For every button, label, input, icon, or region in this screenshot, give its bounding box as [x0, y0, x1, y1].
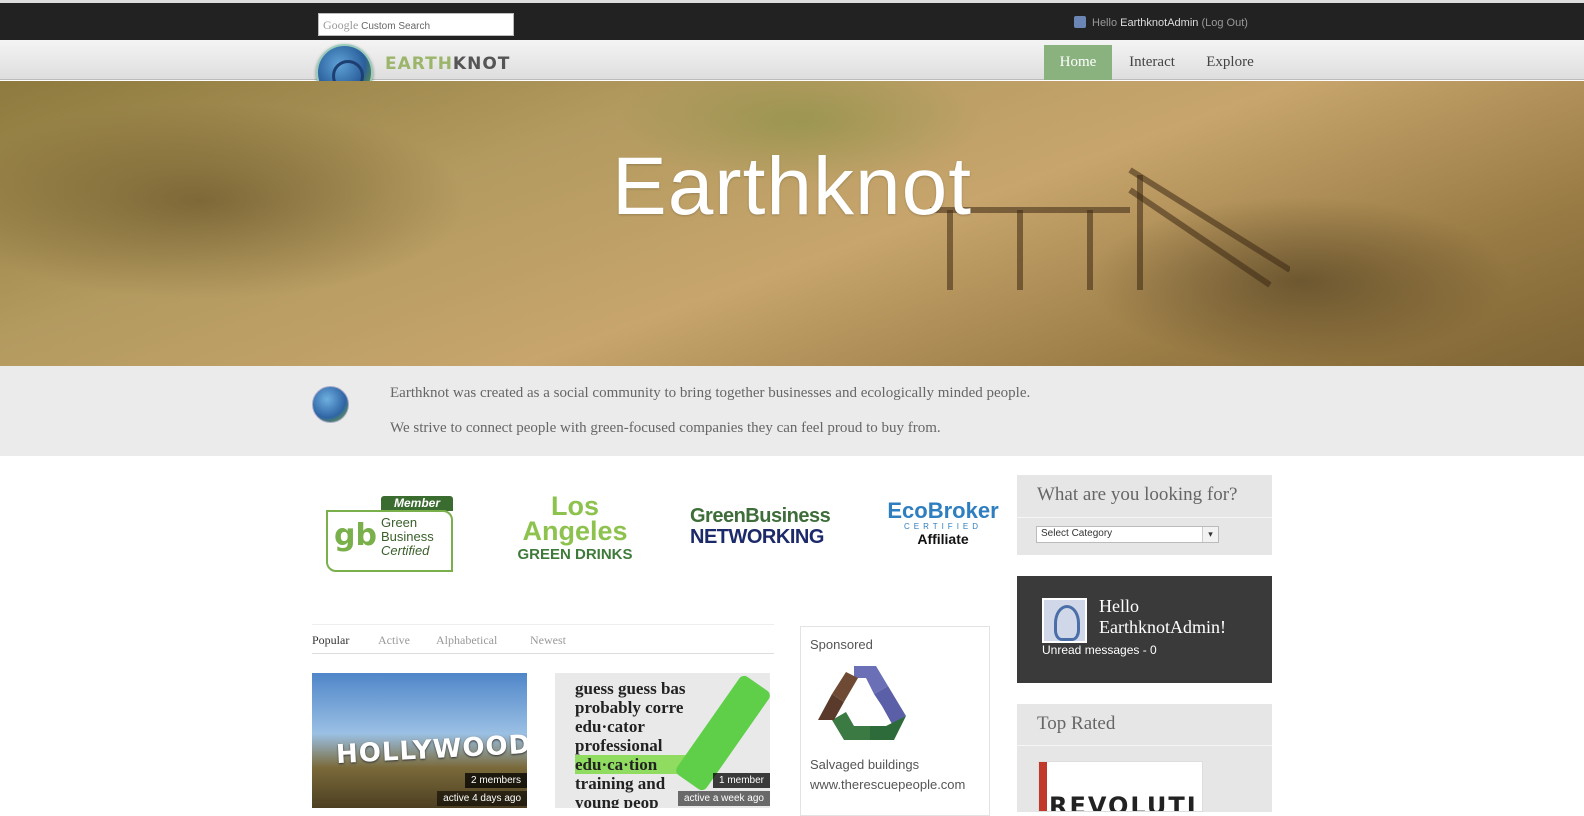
nav-home[interactable]: Home	[1044, 45, 1112, 80]
category-widget-title: What are you looking for?	[1037, 484, 1238, 505]
tab-popular[interactable]: Popular	[312, 633, 349, 648]
green-business-networking-badge[interactable]: GreenBusiness NETWORKING	[690, 506, 836, 548]
member-count: 1 member	[712, 773, 770, 788]
member-count: 2 members	[464, 773, 527, 788]
gbn-line-2: NETWORKING	[690, 526, 824, 548]
user-widget-greeting: Hello EarthknotAdmin!	[1099, 596, 1226, 638]
tab-newest[interactable]: Newest	[530, 633, 566, 648]
ecobroker-badge[interactable]: EcoBroker CERTIFIED Affiliate	[880, 498, 1006, 548]
badge-member-tag: Member	[381, 496, 453, 511]
tab-alphabetical[interactable]: Alphabetical	[436, 633, 497, 648]
search-placeholder: Custom Search	[361, 21, 431, 32]
divider	[1017, 517, 1272, 518]
tab-active[interactable]: Active	[378, 633, 410, 648]
earth-icon	[312, 386, 349, 423]
avatar[interactable]	[1042, 598, 1087, 643]
logout-link[interactable]: (Log Out)	[1201, 17, 1247, 29]
la-line-2: Angeles	[522, 516, 628, 546]
divider	[1017, 745, 1272, 746]
gb-logo-icon: gb	[334, 518, 377, 553]
top-rated-title: Top Rated	[1037, 713, 1116, 734]
image-accent-bar	[1039, 762, 1047, 811]
eco-line-1: EcoBroker	[887, 498, 999, 523]
unread-messages-link[interactable]: Unread messages - 0	[1042, 643, 1157, 657]
recycle-building-icon[interactable]	[814, 664, 910, 744]
top-rated-image-text: REVOLUTI	[1049, 792, 1198, 812]
hollywood-sign-image: HOLLYWOOD	[335, 729, 527, 771]
hero-title: Earthknot	[612, 141, 972, 232]
username-link[interactable]: EarthknotAdmin	[1120, 17, 1198, 29]
logo-text-knot: KNOT	[452, 54, 511, 74]
image-word-line: training and	[575, 774, 666, 793]
user-greeting: Hello EarthknotAdmin (Log Out)	[1074, 16, 1248, 29]
nav-explore[interactable]: Explore	[1196, 45, 1264, 80]
eco-line-2: CERTIFIED	[903, 522, 983, 531]
greeting-line-1: Hello	[1099, 596, 1139, 616]
logo-text-earth: EARTH	[385, 54, 453, 74]
image-word-line: edu·cator	[575, 717, 645, 736]
hello-prefix: Hello	[1092, 17, 1121, 29]
top-rated-item-image[interactable]: REVOLUTI	[1038, 761, 1203, 812]
category-select[interactable]: Select Category	[1036, 526, 1219, 543]
nav-interact[interactable]: Interact	[1112, 45, 1192, 80]
group-tabs: Popular Active Alphabetical Newest	[312, 624, 774, 654]
intro-text-2: We strive to connect people with green-f…	[390, 420, 941, 436]
admin-bar	[0, 0, 1584, 40]
green-business-certified-badge[interactable]: Member gb Green Business Certified	[326, 496, 453, 574]
badge-line-2: Business	[381, 529, 434, 544]
image-word-line: young peop	[575, 793, 659, 808]
group-card[interactable]: HOLLYWOOD 2 members active 4 days ago	[312, 673, 527, 808]
la-line-3: GREEN DRINKS	[517, 546, 633, 563]
group-card[interactable]: guess guess bas probably corre edu·cator…	[555, 673, 770, 808]
image-word-line: probably corre	[575, 698, 684, 717]
greeting-line-2: EarthknotAdmin!	[1099, 617, 1226, 637]
image-word-line: edu·ca·tion	[575, 755, 686, 774]
dictionary-image: guess guess bas probably corre edu·cator…	[575, 679, 686, 808]
sponsored-heading: Sponsored	[810, 637, 873, 652]
last-active: active 4 days ago	[437, 791, 527, 806]
intro-text-1: Earthknot was created as a social commun…	[390, 385, 1031, 401]
eco-line-3: Affiliate	[917, 531, 969, 547]
badge-text: Green Business Certified	[381, 516, 434, 558]
site-logo-text[interactable]: EARTHKNOT	[385, 54, 510, 74]
badge-line-3: Certified	[381, 543, 430, 558]
chevron-down-icon[interactable]: ▾	[1202, 527, 1218, 542]
badge-line-1: Green	[381, 515, 418, 530]
sponsored-url-link[interactable]: www.therescuepeople.com	[810, 777, 965, 792]
user-avatar-icon	[1074, 16, 1086, 28]
intro-strip	[0, 366, 1584, 456]
la-green-drinks-badge[interactable]: Los Angeles GREEN DRINKS	[515, 493, 635, 564]
gbn-line-1: GreenBusiness	[690, 505, 831, 527]
sponsored-text: Salvaged buildings	[810, 757, 920, 772]
image-word-line: guess guess bas	[575, 679, 686, 698]
search-input[interactable]: Google Custom Search	[318, 13, 514, 36]
main-header	[0, 40, 1584, 80]
image-word-line: professional	[575, 736, 663, 755]
google-brand: Google	[323, 18, 359, 32]
last-active: active a week ago	[677, 791, 770, 806]
